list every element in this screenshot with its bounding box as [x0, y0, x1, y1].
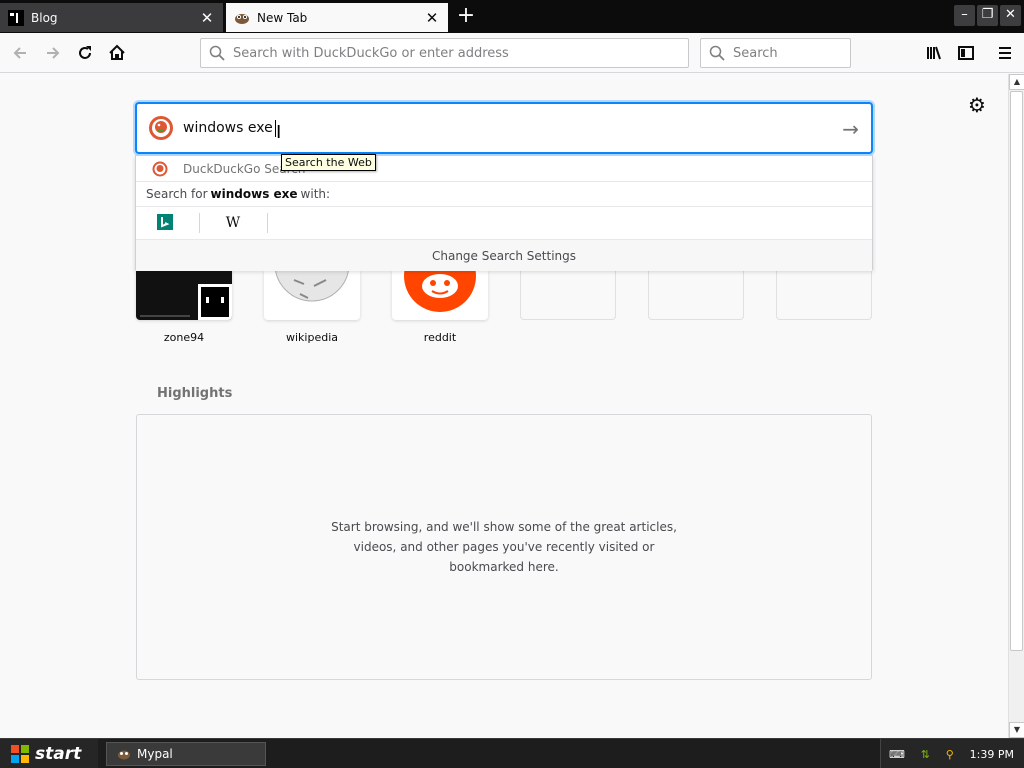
- search-tooltip: Search the Web: [281, 154, 376, 171]
- top-site-zone94[interactable]: [136, 270, 232, 320]
- clock[interactable]: 1:39 PM: [970, 748, 1014, 761]
- top-site-label[interactable]: zone94: [136, 331, 232, 344]
- text-cursor-icon: I: [276, 122, 282, 143]
- close-tab-icon[interactable]: ✕: [424, 10, 440, 26]
- network-icon[interactable]: ⇅: [921, 748, 930, 761]
- search-tray-icon[interactable]: ⚲: [946, 748, 954, 761]
- highlights-empty-message: Start browsing, and we'll show some of t…: [331, 520, 677, 574]
- bing-icon: [157, 213, 173, 233]
- mypal-app-icon: [117, 747, 131, 761]
- tab-new-tab[interactable]: New Tab ✕: [226, 3, 448, 32]
- search-bar-placeholder: Search: [733, 45, 778, 61]
- top-site-label[interactable]: reddit: [392, 331, 488, 344]
- highlights-heading[interactable]: Highlights: [157, 386, 232, 401]
- search-for-prefix: Search for: [146, 187, 208, 201]
- search-for-suffix: with:: [300, 187, 331, 201]
- search-icon: [709, 45, 725, 61]
- new-tab-page: ⚙ windows exe → I Search the Web DuckDuc…: [0, 74, 1008, 738]
- new-tab-button[interactable]: +: [452, 4, 480, 30]
- scroll-down-arrow-icon[interactable]: ▼: [1009, 722, 1024, 738]
- search-suggestions-dropdown: DuckDuckGo Search Search for windows exe…: [135, 155, 873, 271]
- keyboard-icon[interactable]: ⌨: [889, 748, 905, 761]
- close-window-button[interactable]: ✕: [1000, 5, 1021, 26]
- menu-button[interactable]: [991, 39, 1019, 67]
- highlights-panel: Start browsing, and we'll show some of t…: [136, 414, 872, 680]
- top-site-label[interactable]: wikipedia: [264, 331, 360, 344]
- start-label: start: [35, 744, 82, 764]
- tab-strip: Blog ✕ New Tab ✕ + – ❐ ✕: [0, 0, 1024, 33]
- wikipedia-engine-button[interactable]: W: [220, 213, 246, 233]
- wikipedia-thumbnail: [264, 270, 360, 320]
- reddit-logo-icon: [404, 270, 476, 312]
- search-query-text: windows exe: [183, 120, 273, 136]
- reload-button[interactable]: [71, 39, 99, 67]
- settings-gear-icon[interactable]: ⚙: [966, 94, 988, 116]
- tab-blog[interactable]: Blog ✕: [0, 3, 224, 32]
- search-for-header: Search for windows exe with:: [136, 182, 872, 207]
- bing-engine-button[interactable]: [152, 213, 178, 233]
- back-button[interactable]: [6, 39, 34, 67]
- zone94-logo-icon: [198, 284, 232, 320]
- change-search-settings-button[interactable]: Change Search Settings: [136, 240, 872, 271]
- empty-tile: [520, 270, 616, 320]
- tab-label: New Tab: [257, 10, 308, 25]
- vertical-scrollbar[interactable]: ▲ ▼: [1008, 74, 1024, 738]
- restore-button[interactable]: ❐: [977, 5, 998, 26]
- duckduckgo-icon: [148, 115, 174, 141]
- url-bar-placeholder: Search with DuckDuckGo or enter address: [233, 45, 509, 61]
- page-search-input[interactable]: windows exe →: [135, 102, 873, 154]
- search-icon: [209, 45, 225, 61]
- windows-flag-icon: [10, 744, 30, 764]
- one-off-engines-row: W: [136, 207, 872, 240]
- tab-label: Blog: [31, 10, 58, 25]
- search-go-arrow-icon[interactable]: →: [842, 117, 859, 141]
- top-site-empty[interactable]: [520, 270, 616, 320]
- taskbar: start Mypal ⌨ ⇅ ⚲ 1:39 PM: [0, 738, 1024, 768]
- search-for-query: windows exe: [210, 187, 298, 201]
- system-tray: ⌨ ⇅ ⚲ 1:39 PM: [880, 739, 1024, 768]
- divider: [267, 213, 268, 233]
- suggestion-row-default-engine[interactable]: DuckDuckGo Search: [136, 156, 872, 182]
- taskbar-window-mypal[interactable]: Mypal: [106, 742, 266, 766]
- blog-favicon-icon: [8, 9, 24, 26]
- start-button[interactable]: start: [0, 739, 98, 768]
- scrollbar-thumb[interactable]: [1010, 91, 1023, 651]
- divider: [199, 213, 200, 233]
- zone94-thumbnail: [136, 270, 232, 320]
- navigation-toolbar: Search with DuckDuckGo or enter address …: [0, 33, 1024, 73]
- scroll-up-arrow-icon[interactable]: ▲: [1009, 74, 1024, 90]
- sidebar-toggle-button[interactable]: [952, 39, 980, 67]
- reddit-thumbnail: [392, 270, 488, 320]
- search-bar[interactable]: Search: [700, 38, 851, 68]
- top-site-reddit[interactable]: [392, 270, 488, 320]
- top-site-empty[interactable]: [776, 270, 872, 320]
- empty-tile: [648, 270, 744, 320]
- wikipedia-globe-icon: [274, 270, 350, 302]
- url-bar[interactable]: Search with DuckDuckGo or enter address: [200, 38, 689, 68]
- home-button[interactable]: [103, 39, 131, 67]
- empty-tile: [776, 270, 872, 320]
- top-site-wikipedia[interactable]: [264, 270, 360, 320]
- mypal-favicon-icon: [234, 10, 250, 26]
- taskbar-window-label: Mypal: [137, 747, 173, 761]
- minimize-button[interactable]: –: [954, 5, 975, 26]
- top-site-empty[interactable]: [648, 270, 744, 320]
- duckduckgo-icon: [152, 161, 168, 177]
- forward-button[interactable]: [39, 39, 67, 67]
- wikipedia-icon: W: [225, 215, 241, 231]
- close-tab-icon[interactable]: ✕: [199, 10, 215, 26]
- library-button[interactable]: [920, 39, 948, 67]
